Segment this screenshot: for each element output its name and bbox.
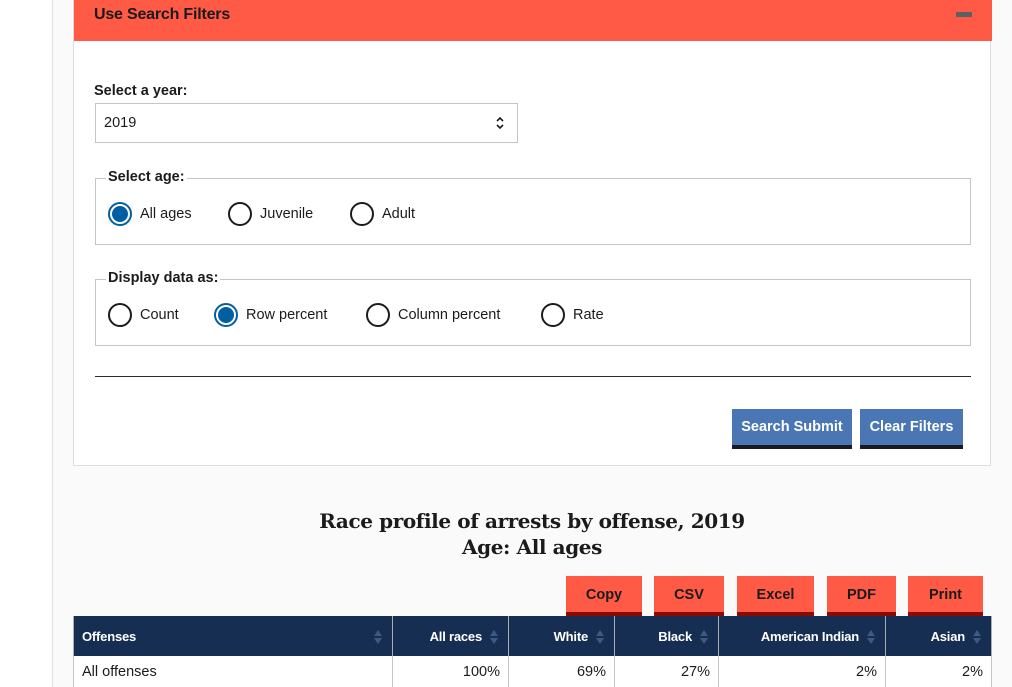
- radio-button[interactable]: [214, 303, 238, 327]
- column-header-american-indian[interactable]: American Indian: [718, 616, 886, 656]
- radio-juvenile[interactable]: Juvenile: [228, 202, 313, 226]
- divider: [95, 376, 971, 377]
- radio-count[interactable]: Count: [108, 303, 179, 327]
- copy-button[interactable]: Copy: [566, 576, 642, 616]
- results-table: Offenses All races White Black American …: [73, 616, 992, 687]
- sort-icon: [596, 630, 604, 644]
- print-button[interactable]: Print: [908, 576, 983, 616]
- radio-button[interactable]: [366, 303, 390, 327]
- age-legend: Select age:: [106, 169, 187, 185]
- csv-button[interactable]: CSV: [654, 576, 724, 616]
- column-header-all-races[interactable]: All races: [392, 616, 509, 656]
- clear-filters-button[interactable]: Clear Filters: [860, 409, 963, 449]
- radio-button[interactable]: [350, 202, 374, 226]
- display-fieldset: Display data as: Count Row percent Colum…: [95, 270, 971, 346]
- year-select[interactable]: 2019: [95, 103, 518, 143]
- column-header-asian[interactable]: Asian: [885, 616, 992, 656]
- column-header-label: American Indian: [760, 628, 859, 644]
- column-header-black[interactable]: Black: [614, 616, 719, 656]
- radio-button[interactable]: [108, 303, 132, 327]
- column-header-label: Black: [658, 628, 692, 644]
- pdf-button[interactable]: PDF: [827, 576, 896, 616]
- radio-button[interactable]: [108, 202, 132, 226]
- radio-button[interactable]: [228, 202, 252, 226]
- search-filters-title: Use Search Filters: [94, 6, 231, 23]
- radio-label: Rate: [573, 307, 604, 323]
- radio-all-ages[interactable]: All ages: [108, 202, 192, 226]
- table-header-row: Offenses All races White Black American …: [73, 616, 992, 656]
- year-label: Select a year:: [94, 83, 188, 99]
- radio-label: All ages: [140, 206, 192, 222]
- report-title: Race profile of arrests by offense, 2019…: [73, 508, 991, 560]
- column-header-label: White: [553, 628, 589, 644]
- sort-icon: [374, 630, 382, 644]
- radio-column-percent[interactable]: Column percent: [366, 303, 500, 327]
- radio-label: Count: [140, 307, 179, 323]
- display-legend: Display data as:: [106, 270, 221, 286]
- sort-icon: [867, 630, 875, 644]
- table-row: All offenses 100% 69% 27% 2% 2%: [73, 656, 992, 687]
- cell-black: 27%: [614, 656, 719, 687]
- radio-label: Adult: [382, 206, 416, 222]
- sort-icon: [490, 630, 498, 644]
- column-header-white[interactable]: White: [508, 616, 615, 656]
- sort-icon: [700, 630, 708, 644]
- cell-white: 69%: [508, 656, 615, 687]
- radio-label: Column percent: [398, 307, 501, 323]
- radio-button[interactable]: [541, 303, 565, 327]
- radio-label: Juvenile: [260, 206, 314, 222]
- column-header-label: Offenses: [82, 628, 137, 644]
- cell-all-races: 100%: [392, 656, 509, 687]
- radio-label: Row percent: [246, 307, 328, 323]
- search-filters-header[interactable]: Use Search Filters: [74, 0, 992, 41]
- cell-american-indian: 2%: [718, 656, 886, 687]
- excel-button[interactable]: Excel: [737, 576, 814, 616]
- cell-offense: All offenses: [73, 656, 393, 687]
- sort-icon: [973, 630, 981, 644]
- radio-adult[interactable]: Adult: [350, 202, 415, 226]
- age-fieldset: Select age: All ages Juvenile Adult: [95, 169, 971, 245]
- radio-rate[interactable]: Rate: [541, 303, 604, 327]
- cell-asian: 2%: [885, 656, 992, 687]
- report-title-main: Race profile of arrests by offense, 2019: [319, 509, 745, 533]
- column-header-offenses[interactable]: Offenses: [73, 616, 393, 656]
- search-submit-button[interactable]: Search Submit: [732, 409, 852, 449]
- column-header-label: All races: [429, 628, 483, 644]
- column-header-label: Asian: [930, 628, 966, 644]
- minus-icon[interactable]: [956, 12, 972, 17]
- year-select-value: 2019: [104, 115, 137, 131]
- radio-row-percent[interactable]: Row percent: [214, 303, 327, 327]
- report-subtitle: Age: All ages: [462, 535, 602, 559]
- search-filters-panel: Use Search Filters Select a year: 2019 S…: [73, 0, 992, 466]
- chevron-up-down-icon: [496, 116, 504, 130]
